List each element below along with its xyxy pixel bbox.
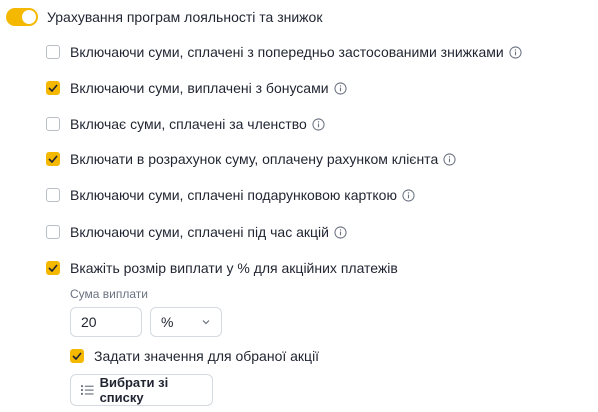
info-icon[interactable] xyxy=(334,225,347,239)
toggle-knob xyxy=(22,10,36,24)
option-label: Включаючи суми, сплачені подарунковою ка… xyxy=(70,187,397,203)
checkbox-promotions[interactable] xyxy=(46,225,60,239)
info-icon[interactable] xyxy=(443,152,456,166)
payout-unit-value: % xyxy=(161,314,174,330)
select-from-list-label: Вибрати зі списку xyxy=(99,375,169,405)
info-icon[interactable] xyxy=(509,45,522,59)
option-gift-card[interactable]: Включаючи суми, сплачені подарунковою ка… xyxy=(46,184,415,206)
option-promo-payout-percent[interactable]: Вкажіть розмір виплати у % для акційних … xyxy=(46,257,398,279)
option-set-value-for-promo[interactable]: Задати значення для обраної акції xyxy=(70,345,319,367)
checkbox-bonuses[interactable] xyxy=(46,81,60,95)
option-label: Включаючи суми, сплачені з попередньо за… xyxy=(70,44,504,60)
info-icon[interactable] xyxy=(312,117,325,131)
loyalty-toggle-label: Урахування програм лояльності та знижок xyxy=(47,9,323,25)
option-client-account[interactable]: Включати в розрахунок суму, оплачену рах… xyxy=(46,148,456,170)
option-discounts[interactable]: Включаючи суми, сплачені з попередньо за… xyxy=(46,41,522,63)
checkbox-set-value-for-promo[interactable] xyxy=(70,349,84,363)
option-promotions[interactable]: Включаючи суми, сплачені під час акцій xyxy=(46,221,347,243)
option-label: Задати значення для обраної акції xyxy=(94,348,320,364)
payout-amount-label: Сума виплати xyxy=(70,287,148,301)
loyalty-toggle-row[interactable]: Урахування програм лояльності та знижок xyxy=(6,3,322,31)
checkbox-promo-payout-percent[interactable] xyxy=(46,261,60,275)
payout-unit-select[interactable]: % xyxy=(150,307,222,337)
info-icon[interactable] xyxy=(402,188,415,202)
option-label: Включаючи суми, виплачені з бонусами xyxy=(70,80,329,96)
option-label: Вкажіть розмір виплати у % для акційних … xyxy=(70,260,398,276)
info-icon[interactable] xyxy=(333,81,347,95)
checkbox-discounts[interactable] xyxy=(46,45,60,59)
chevron-down-icon xyxy=(202,320,210,325)
option-membership[interactable]: Включає суми, сплачені за членство xyxy=(46,113,325,135)
loyalty-toggle-switch[interactable] xyxy=(6,8,38,26)
option-label: Включає суми, сплачені за членство xyxy=(70,116,307,132)
select-from-list-button[interactable]: Вибрати зі списку xyxy=(70,374,213,406)
option-label: Включати в розрахунок суму, оплачену рах… xyxy=(70,151,439,167)
list-icon xyxy=(81,385,94,395)
checkbox-client-account[interactable] xyxy=(46,152,60,166)
payout-amount-input[interactable]: 20 xyxy=(70,307,142,337)
option-bonuses[interactable]: Включаючи суми, виплачені з бонусами xyxy=(46,77,347,99)
option-label: Включаючи суми, сплачені під час акцій xyxy=(70,224,329,240)
checkbox-gift-card[interactable] xyxy=(46,188,60,202)
checkbox-membership[interactable] xyxy=(46,117,60,131)
